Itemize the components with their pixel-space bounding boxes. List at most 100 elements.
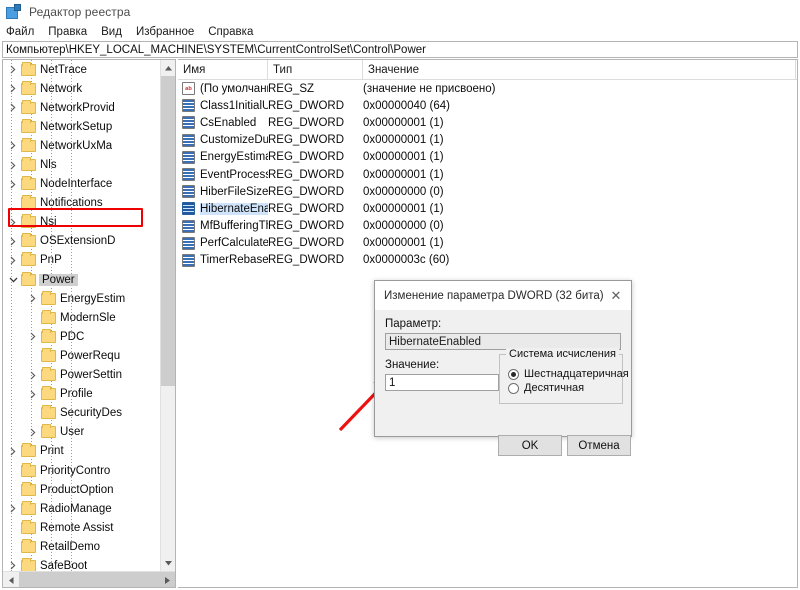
chevron-right-icon[interactable] bbox=[5, 136, 21, 155]
table-row[interactable]: MfBufferingThr...REG_DWORD 0x00000000 (0) bbox=[178, 218, 797, 235]
table-row[interactable]: CsEnabled REG_DWORD 0x00000001 (1) bbox=[178, 114, 797, 131]
menu-item-edit[interactable]: Правка bbox=[48, 26, 87, 38]
tree-item-label: EnergyEstim bbox=[60, 292, 126, 305]
chevron-right-icon[interactable] bbox=[5, 442, 21, 461]
ok-button[interactable]: OK bbox=[498, 435, 562, 456]
value-name: TimerRebaseThr... bbox=[200, 254, 268, 267]
tree-item-notifications[interactable]: Notifications bbox=[3, 194, 161, 213]
tree-scroll-down-icon[interactable] bbox=[161, 555, 175, 571]
chevron-right-icon[interactable] bbox=[5, 556, 21, 571]
tree-item-remote-assist[interactable]: Remote Assist bbox=[3, 518, 161, 537]
close-icon[interactable]: ✕ bbox=[601, 281, 631, 310]
tree-scrollbar-thumb[interactable] bbox=[161, 76, 175, 386]
chevron-right-icon[interactable] bbox=[25, 423, 41, 442]
tree-item-print[interactable]: Print bbox=[3, 442, 161, 461]
table-row[interactable]: HibernateEnabledREG_DWORD 0x00000001 (1) bbox=[178, 200, 797, 217]
tree-item-osextensiond[interactable]: OSExtensionD bbox=[3, 232, 161, 251]
table-row[interactable]: EventProcessorE...REG_DWORD 0x00000001 (1… bbox=[178, 166, 797, 183]
address-bar[interactable]: Компьютер\HKEY_LOCAL_MACHINE\SYSTEM\Curr… bbox=[2, 41, 798, 58]
tree-item-power[interactable]: Power bbox=[3, 270, 161, 289]
menu-item-file[interactable]: Файл bbox=[6, 26, 34, 38]
table-row[interactable]: PerfCalculateAc...REG_DWORD 0x00000001 (1… bbox=[178, 235, 797, 252]
radio-decimal-icon[interactable] bbox=[508, 382, 519, 394]
chevron-down-icon[interactable] bbox=[5, 270, 21, 289]
tree-item-modernsle[interactable]: ModernSle bbox=[3, 308, 161, 327]
table-row[interactable]: HiberFileSizePer...REG_DWORD 0x00000000 (… bbox=[178, 183, 797, 200]
menu-item-favorites[interactable]: Избранное bbox=[136, 26, 194, 38]
radio-hexadecimal[interactable]: Шестнадцатеричная bbox=[508, 368, 629, 380]
tree-item-user[interactable]: User bbox=[3, 423, 161, 442]
registry-tree[interactable]: NetTrace Network NetworkProvid NetworkSetup… bbox=[3, 60, 161, 571]
radio-decimal[interactable]: Десятичная bbox=[508, 382, 622, 394]
column-header-name[interactable]: Имя bbox=[178, 60, 268, 80]
chevron-right-icon[interactable] bbox=[5, 213, 21, 232]
tree-item-safeboot[interactable]: SafeBoot bbox=[3, 556, 161, 571]
tree-item-retaildemo[interactable]: RetailDemo bbox=[3, 537, 161, 556]
folder-icon bbox=[41, 290, 56, 305]
chevron-right-icon[interactable] bbox=[5, 251, 21, 270]
tree-scroll-right-icon[interactable] bbox=[159, 572, 175, 587]
value-type-cell: REG_DWORD bbox=[268, 254, 345, 267]
tree-scroll-left-icon[interactable] bbox=[3, 572, 19, 587]
chevron-right-icon[interactable] bbox=[25, 366, 41, 385]
tree-item-powerrequ[interactable]: PowerRequ bbox=[3, 346, 161, 365]
radio-hexadecimal-icon[interactable] bbox=[508, 368, 519, 380]
tree-item-label: NetworkUxMa bbox=[40, 139, 113, 152]
folder-icon bbox=[41, 405, 56, 420]
tree-item-label: PriorityContro bbox=[40, 464, 111, 477]
tree-item-nodeinterface[interactable]: NodeInterface bbox=[3, 175, 161, 194]
chevron-right-icon[interactable] bbox=[5, 156, 21, 175]
dialog-title-bar: Изменение параметра DWORD (32 бита) ✕ bbox=[375, 281, 631, 310]
chevron-right-icon[interactable] bbox=[25, 289, 41, 308]
tree-item-networksetup[interactable]: NetworkSetup bbox=[3, 117, 161, 136]
column-header-value[interactable]: Значение bbox=[363, 60, 796, 80]
table-row[interactable]: ab (По умолчанию)REG_SZ (значение не присв… bbox=[178, 80, 797, 97]
chevron-right-icon[interactable] bbox=[25, 327, 41, 346]
chevron-right-icon[interactable] bbox=[5, 232, 21, 251]
chevron-right-icon[interactable] bbox=[5, 60, 21, 79]
table-row[interactable]: TimerRebaseThr...REG_DWORD 0x0000003c (60… bbox=[178, 252, 797, 269]
value-input[interactable]: 1 bbox=[385, 374, 499, 391]
tree-item-profile[interactable]: Profile bbox=[3, 385, 161, 404]
dialog-body: Параметр: HibernateEnabled Значение: 1 С… bbox=[375, 310, 631, 456]
tree-item-pdc[interactable]: PDC bbox=[3, 327, 161, 346]
tree-item-pnp[interactable]: PnP bbox=[3, 251, 161, 270]
table-row[interactable]: CustomizeDurin...REG_DWORD 0x00000001 (1) bbox=[178, 132, 797, 149]
chevron-right-icon[interactable] bbox=[5, 98, 21, 117]
tree-item-nettrace[interactable]: NetTrace bbox=[3, 60, 161, 79]
tree-item-productoption[interactable]: ProductOption bbox=[3, 480, 161, 499]
tree-hscrollbar-thumb[interactable] bbox=[19, 572, 175, 587]
tree-item-label: ModernSle bbox=[60, 311, 116, 324]
values-list[interactable]: ab (По умолчанию)REG_SZ (значение не присв… bbox=[178, 80, 797, 269]
tree-vertical-scrollbar[interactable] bbox=[160, 60, 175, 571]
tree-horizontal-scrollbar[interactable] bbox=[3, 571, 175, 587]
tree-item-nsi[interactable]: Nsi bbox=[3, 213, 161, 232]
value-name: (По умолчанию) bbox=[200, 82, 268, 95]
tree-item-energyestim[interactable]: EnergyEstim bbox=[3, 289, 161, 308]
chevron-right-icon[interactable] bbox=[5, 175, 21, 194]
table-row[interactable]: Class1InitialUnp...REG_DWORD 0x00000040 (… bbox=[178, 97, 797, 114]
value-name-cell: Class1InitialUnp... bbox=[178, 99, 268, 113]
column-header-type[interactable]: Тип bbox=[268, 60, 363, 80]
tree-item-label: NetTrace bbox=[40, 63, 87, 76]
menu-item-view[interactable]: Вид bbox=[101, 26, 122, 38]
chevron-right-icon[interactable] bbox=[5, 499, 21, 518]
registry-editor-icon bbox=[6, 4, 22, 20]
chevron-right-icon[interactable] bbox=[25, 385, 41, 404]
table-row[interactable]: EnergyEstimatio...REG_DWORD 0x00000001 (1… bbox=[178, 149, 797, 166]
tree-item-prioritycontro[interactable]: PriorityContro bbox=[3, 461, 161, 480]
tree-scroll-up-icon[interactable] bbox=[161, 60, 175, 76]
tree-item-network[interactable]: Network bbox=[3, 79, 161, 98]
tree-item-securitydes[interactable]: SecurityDes bbox=[3, 404, 161, 423]
folder-icon bbox=[41, 424, 56, 439]
tree-item-nls[interactable]: Nls bbox=[3, 155, 161, 174]
tree-item-label: RadioManage bbox=[40, 502, 112, 515]
tree-item-networkprovid[interactable]: NetworkProvid bbox=[3, 98, 161, 117]
chevron-right-icon[interactable] bbox=[5, 79, 21, 98]
tree-item-networkuxma[interactable]: NetworkUxMa bbox=[3, 136, 161, 155]
menu-item-help[interactable]: Справка bbox=[208, 26, 253, 38]
tree-item-radiomanage[interactable]: RadioManage bbox=[3, 499, 161, 518]
cancel-button[interactable]: Отмена bbox=[567, 435, 631, 456]
tree-item-powersettin[interactable]: PowerSettin bbox=[3, 366, 161, 385]
